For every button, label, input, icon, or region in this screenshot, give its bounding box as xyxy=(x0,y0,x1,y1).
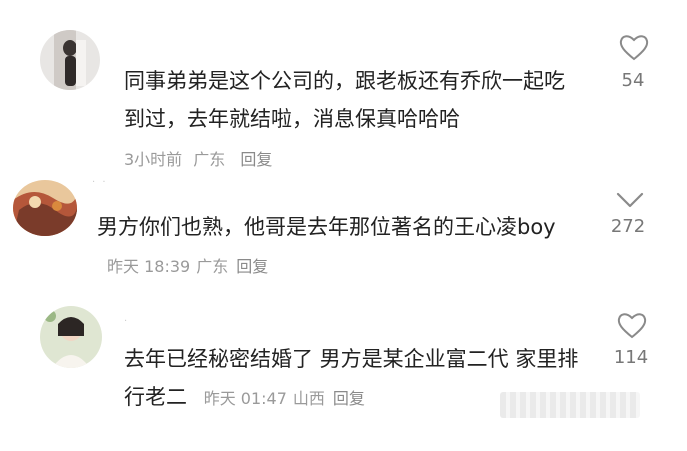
comment-time: 昨天 01:47 xyxy=(203,389,287,408)
comment-text: 男方你们也熟，他哥是去年那位著名的王心凌boy 昨天 18:39 广东 回复 xyxy=(97,208,587,286)
comment-location: 广东 xyxy=(193,150,226,169)
avatar[interactable] xyxy=(13,180,77,236)
heart-outline-icon[interactable] xyxy=(616,310,648,340)
comment-meta: 3小时前 广东 回复 xyxy=(124,146,272,170)
comment-body: 男方你们也熟，他哥是去年那位著名的王心凌boy xyxy=(97,215,556,239)
comment-meta: 昨天 01:47 山西 回复 xyxy=(204,389,365,408)
reply-button[interactable]: 回复 xyxy=(333,389,365,408)
comment-body: 同事弟弟是这个公司的，跟老板还有乔欣一起吃到过，去年就结啦，消息保真哈哈哈 xyxy=(124,69,565,131)
like-count: 54 xyxy=(621,70,645,91)
like-count: 272 xyxy=(610,216,646,237)
heart-outline-icon[interactable] xyxy=(618,32,650,62)
comment-time: 昨天 18:39 xyxy=(107,257,191,276)
comment-text: 同事弟弟是这个公司的，跟老板还有乔欣一起吃到过，去年就结啦，消息保真哈哈哈 xyxy=(124,62,584,138)
blurred-watermark xyxy=(500,392,640,418)
comment-location: 广东 xyxy=(196,257,229,276)
chevron-down-icon[interactable] xyxy=(614,184,646,214)
avatar[interactable] xyxy=(40,30,100,90)
like-count: 114 xyxy=(613,347,649,368)
comment-location: 山西 xyxy=(292,389,325,408)
username-placeholder: · · xyxy=(92,177,108,188)
avatar[interactable] xyxy=(40,306,102,368)
reply-button[interactable]: 回复 xyxy=(236,257,268,276)
username-placeholder: · xyxy=(124,316,130,327)
comment-time: 3小时前 xyxy=(124,150,183,169)
reply-button[interactable]: 回复 xyxy=(240,150,272,169)
comment-meta: 昨天 18:39 广东 回复 xyxy=(107,257,268,276)
